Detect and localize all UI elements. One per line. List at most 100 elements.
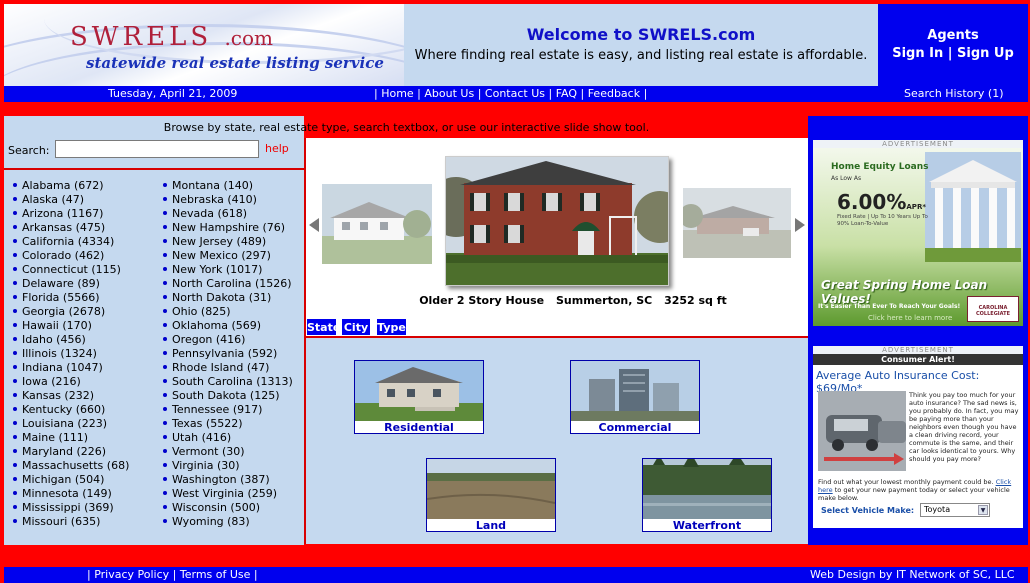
ad1-headline: Home Equity Loans As Low As — [831, 162, 929, 182]
state-link[interactable]: Florida (5566) — [8, 291, 129, 305]
state-link[interactable]: Minnesota (149) — [8, 487, 129, 501]
state-link[interactable]: New York (1017) — [158, 263, 293, 277]
sign-up-link[interactable]: Sign Up — [957, 46, 1014, 61]
tab-city[interactable]: City — [341, 318, 371, 336]
ad2-header: Consumer Alert! — [813, 354, 1023, 365]
terms-of-use-link[interactable]: Terms of Use — [180, 568, 251, 581]
state-link[interactable]: Hawaii (170) — [8, 319, 129, 333]
state-link[interactable]: Maryland (226) — [8, 445, 129, 459]
state-link[interactable]: Arizona (1167) — [8, 207, 129, 221]
state-link[interactable]: South Dakota (125) — [158, 389, 293, 403]
state-link[interactable]: North Carolina (1526) — [158, 277, 293, 291]
state-link[interactable]: Montana (140) — [158, 179, 293, 193]
nav-faq-link[interactable]: FAQ — [556, 87, 577, 100]
bullet-icon — [163, 407, 167, 411]
help-link[interactable]: help — [265, 142, 289, 155]
slideshow: Older 2 Story House Summerton, SC 3252 s… — [304, 138, 808, 336]
state-link[interactable]: Nevada (618) — [158, 207, 293, 221]
bullet-icon — [13, 295, 17, 299]
type-land-card[interactable]: Land — [426, 458, 556, 532]
state-link[interactable]: Washington (387) — [158, 473, 293, 487]
state-link[interactable]: Colorado (462) — [8, 249, 129, 263]
state-label: Arizona (1167) — [22, 207, 104, 220]
state-link[interactable]: Indiana (1047) — [8, 361, 129, 375]
nav-about-link[interactable]: About Us — [424, 87, 474, 100]
state-link[interactable]: North Dakota (31) — [158, 291, 293, 305]
state-link[interactable]: Connecticut (115) — [8, 263, 129, 277]
next-arrow-icon[interactable] — [795, 218, 805, 232]
state-link[interactable]: Vermont (30) — [158, 445, 293, 459]
state-label: Kansas (232) — [22, 389, 95, 402]
state-link[interactable]: Michigan (504) — [8, 473, 129, 487]
state-link[interactable]: Wyoming (83) — [158, 515, 293, 529]
state-link[interactable]: Rhode Island (47) — [158, 361, 293, 375]
state-link[interactable]: Texas (5522) — [158, 417, 293, 431]
state-link[interactable]: Missouri (635) — [8, 515, 129, 529]
bullet-icon — [13, 505, 17, 509]
type-residential-label: Residential — [384, 421, 454, 434]
previous-slide-thumbnail[interactable] — [322, 184, 432, 264]
type-waterfront-card[interactable]: Waterfront — [642, 458, 772, 532]
ad-column: ADVERTISEMENT Home Equity Loans As Low As… — [808, 116, 1028, 545]
state-link[interactable]: Illinois (1324) — [8, 347, 129, 361]
type-commercial-card[interactable]: Commercial — [570, 360, 700, 434]
state-link[interactable]: South Carolina (1313) — [158, 375, 293, 389]
state-link[interactable]: Georgia (2678) — [8, 305, 129, 319]
state-link[interactable]: Louisiana (223) — [8, 417, 129, 431]
state-link[interactable]: Idaho (456) — [8, 333, 129, 347]
auto-insurance-ad[interactable]: Consumer Alert! Average Auto Insurance C… — [813, 354, 1023, 528]
state-link[interactable]: Alaska (47) — [8, 193, 129, 207]
state-link[interactable]: Delaware (89) — [8, 277, 129, 291]
bullet-icon — [13, 365, 17, 369]
state-link[interactable]: Kentucky (660) — [8, 403, 129, 417]
type-residential-card[interactable]: Residential — [354, 360, 484, 434]
state-link[interactable]: New Hampshire (76) — [158, 221, 293, 235]
ad1-click-link[interactable]: Click here to learn more — [868, 314, 952, 322]
nav-feedback-link[interactable]: Feedback — [588, 87, 640, 100]
state-link[interactable]: New Mexico (297) — [158, 249, 293, 263]
state-link[interactable]: New Jersey (489) — [158, 235, 293, 249]
sign-in-link[interactable]: Sign In — [892, 46, 943, 61]
house-thumbnail-image — [322, 184, 432, 264]
state-link[interactable]: Oregon (416) — [158, 333, 293, 347]
state-label: Nebraska (410) — [172, 193, 257, 206]
state-link[interactable]: West Virginia (259) — [158, 487, 293, 501]
featured-listing-photo[interactable] — [445, 156, 669, 286]
state-link[interactable]: Maine (111) — [8, 431, 129, 445]
state-label: New Mexico (297) — [172, 249, 271, 262]
state-link[interactable]: Nebraska (410) — [158, 193, 293, 207]
web-design-credit[interactable]: Web Design by IT Network of SC, LLC — [810, 568, 1015, 581]
state-link[interactable]: Utah (416) — [158, 431, 293, 445]
privacy-policy-link[interactable]: Privacy Policy — [94, 568, 169, 581]
tab-type[interactable]: Type — [376, 318, 407, 336]
state-link[interactable]: Kansas (232) — [8, 389, 129, 403]
tab-state[interactable]: State — [306, 318, 340, 336]
home-equity-ad[interactable]: Home Equity Loans As Low As 6.00%APR* Fix… — [813, 148, 1023, 326]
state-link[interactable]: Massachusetts (68) — [8, 459, 129, 473]
state-link[interactable]: Pennsylvania (592) — [158, 347, 293, 361]
site-logo[interactable]: SWRELS .com statewide real estate listin… — [4, 4, 404, 86]
state-label: Indiana (1047) — [22, 361, 103, 374]
previous-arrow-icon[interactable] — [309, 218, 319, 232]
state-link[interactable]: Iowa (216) — [8, 375, 129, 389]
state-link[interactable]: Wisconsin (500) — [158, 501, 293, 515]
vehicle-make-select[interactable]: Toyota ▼ — [920, 503, 990, 517]
state-link[interactable]: California (4334) — [8, 235, 129, 249]
state-link[interactable]: Tennessee (917) — [158, 403, 293, 417]
state-link[interactable]: Alabama (672) — [8, 179, 129, 193]
nav-bar: Tuesday, April 21, 2009 | Home | About U… — [4, 86, 1028, 102]
state-browser: Search: help Alabama (672) Alaska (47) Ari… — [4, 116, 304, 545]
state-link[interactable]: Oklahoma (569) — [158, 319, 293, 333]
state-link[interactable]: Virginia (30) — [158, 459, 293, 473]
state-link[interactable]: Ohio (825) — [158, 305, 293, 319]
state-label: North Dakota (31) — [172, 291, 272, 304]
state-link[interactable]: Arkansas (475) — [8, 221, 129, 235]
search-history-link[interactable]: Search History (1) — [904, 87, 1004, 100]
next-slide-thumbnail[interactable] — [683, 188, 791, 258]
current-date: Tuesday, April 21, 2009 — [108, 87, 238, 100]
search-input[interactable] — [55, 140, 259, 158]
bullet-icon — [163, 253, 167, 257]
nav-home-link[interactable]: Home — [381, 87, 413, 100]
nav-contact-link[interactable]: Contact Us — [485, 87, 545, 100]
state-link[interactable]: Mississippi (369) — [8, 501, 129, 515]
